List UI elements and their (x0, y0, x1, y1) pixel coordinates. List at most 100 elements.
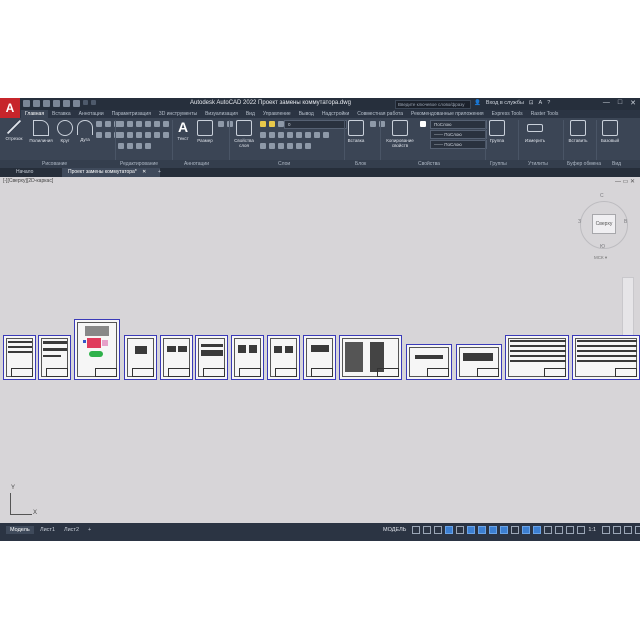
tab-parametric[interactable]: Параметризация (108, 110, 155, 118)
ortho-icon[interactable] (456, 526, 465, 534)
break-icon[interactable] (127, 143, 133, 149)
file-tab-active[interactable]: Проект замены коммутатора* ✕ (62, 168, 160, 177)
object-snap-icon[interactable] (500, 526, 509, 534)
drawing-sheet[interactable] (38, 335, 71, 380)
layer-properties-tool[interactable]: Свойства слоя (232, 120, 256, 148)
layer-tool-a-icon[interactable] (260, 132, 266, 138)
open-icon[interactable] (33, 100, 40, 107)
tab-annotate[interactable]: Аннотации (75, 110, 108, 118)
panel-title-clipboard[interactable]: Буфер обмена (567, 161, 601, 167)
add-layout-button[interactable]: + (84, 526, 95, 534)
tab-manage[interactable]: Управление (259, 110, 295, 118)
drawing-sheet[interactable] (303, 335, 336, 380)
trim-icon[interactable] (136, 121, 142, 127)
linetype-dropdown[interactable]: —— ПоСлою (430, 140, 487, 149)
maximize-button[interactable]: □ (618, 99, 622, 107)
drawing-sheet[interactable] (160, 335, 193, 380)
selection-cycling-icon[interactable] (533, 526, 542, 534)
color-dropdown[interactable]: ПоСлою (430, 120, 487, 129)
layer-tool-m-icon[interactable] (296, 143, 302, 149)
tab-express-tools[interactable]: Express Tools (488, 110, 527, 118)
dimension-tool[interactable]: Размер (195, 120, 215, 143)
rectangle-icon[interactable] (96, 121, 102, 127)
plot-icon[interactable] (73, 100, 80, 107)
saveas-icon[interactable] (53, 100, 60, 107)
viewport-controls-label[interactable]: [-][Сверху][2D-каркас] (3, 178, 53, 184)
tab-insert[interactable]: Вставка (48, 110, 75, 118)
polyline-tool[interactable]: Полилиния (27, 120, 55, 143)
drawing-sheet[interactable] (339, 335, 402, 380)
array-icon[interactable] (154, 132, 160, 138)
redo-icon[interactable] (91, 100, 96, 105)
panel-title-utilities[interactable]: Утилиты (528, 161, 548, 167)
panel-title-layers[interactable]: Слои (278, 161, 290, 167)
tab-addins[interactable]: Надстройки (318, 110, 353, 118)
match-properties-tool[interactable]: Копирование свойств (382, 120, 418, 148)
copy-icon[interactable] (154, 121, 160, 127)
wcs-menu[interactable]: МСК ▾ (594, 255, 607, 261)
stretch-icon[interactable] (136, 132, 142, 138)
save-icon[interactable] (43, 100, 50, 107)
offset-icon[interactable] (163, 132, 169, 138)
panel-title-draw[interactable]: Рисование (42, 161, 67, 167)
paste-tool[interactable]: Вставить (566, 120, 590, 143)
layer-dropdown[interactable]: 0 (284, 120, 347, 129)
object-snap-tracking-icon[interactable] (489, 526, 498, 534)
layout-tab-model[interactable]: Модель (6, 526, 34, 534)
tab-output[interactable]: Вывод (295, 110, 318, 118)
layer-tool-n-icon[interactable] (305, 143, 311, 149)
layout-tab-sheet2[interactable]: Лист2 (60, 526, 83, 534)
explode-icon[interactable] (127, 132, 133, 138)
annotation-visibility-icon[interactable] (566, 526, 575, 534)
layer-tool-e-icon[interactable] (296, 132, 302, 138)
color-swatch-icon[interactable] (420, 121, 426, 127)
panel-title-groups[interactable]: Группы (490, 161, 507, 167)
model-space-toggle[interactable]: МОДЕЛЬ (383, 527, 406, 533)
leader-icon[interactable] (218, 121, 224, 127)
drawing-canvas[interactable]: [-][Сверху][2D-каркас] — ▭ ✕ С З В Ю Све… (0, 177, 640, 523)
viewport-window-controls[interactable]: — ▭ ✕ (615, 178, 635, 185)
drawing-sheet[interactable] (124, 335, 157, 380)
compass-west[interactable]: З (578, 219, 581, 225)
annotation-monitor-icon[interactable] (544, 526, 553, 534)
isodraft-icon[interactable] (478, 526, 487, 534)
drawing-sheet[interactable] (3, 335, 36, 380)
navigation-bar[interactable] (622, 277, 634, 339)
close-icon[interactable]: ✕ (142, 169, 146, 175)
tab-raster-tools[interactable]: Raster Tools (527, 110, 563, 118)
lengthen-icon[interactable] (145, 143, 151, 149)
drawing-sheet[interactable] (406, 344, 452, 380)
move-icon[interactable] (118, 121, 124, 127)
panel-title-modify[interactable]: Редактирование (120, 161, 158, 167)
new-tab-button[interactable]: + (152, 168, 167, 177)
insert-block-tool[interactable]: Вставка (346, 120, 366, 143)
panel-title-view[interactable]: Вид (612, 161, 621, 167)
layer-tool-k-icon[interactable] (278, 143, 284, 149)
plus-icon[interactable] (613, 526, 622, 534)
layer-tool-g-icon[interactable] (314, 132, 320, 138)
circle-tool[interactable]: Круг (57, 120, 73, 143)
base-view-tool[interactable]: Базовый (598, 120, 622, 143)
gear-icon[interactable] (602, 526, 611, 534)
fillet-icon[interactable] (118, 132, 124, 138)
minimize-button[interactable]: — (603, 99, 610, 107)
lineweight-icon[interactable] (511, 526, 520, 534)
grid-icon[interactable] (412, 526, 421, 534)
measure-tool[interactable]: Измерить (521, 120, 549, 143)
viewcube-top-face[interactable]: Сверху (592, 214, 616, 234)
units-icon[interactable] (555, 526, 564, 534)
sun-icon[interactable] (269, 121, 275, 127)
compass-east[interactable]: В (624, 219, 627, 225)
layer-tool-b-icon[interactable] (269, 132, 275, 138)
mirror-icon[interactable] (163, 121, 169, 127)
sign-in-link[interactable]: Вход в службы (486, 100, 524, 106)
tab-view[interactable]: Вид (242, 110, 259, 118)
autodesk-app-icon[interactable]: A (539, 100, 543, 106)
layout-tab-sheet1[interactable]: Лист1 (36, 526, 59, 534)
drawing-sheet[interactable] (572, 335, 640, 380)
create-block-icon[interactable] (370, 121, 376, 127)
lineweight-dropdown[interactable]: —— ПоСлою (430, 130, 487, 139)
tab-featured-apps[interactable]: Рекомендованные приложения (407, 110, 488, 118)
bulb-icon[interactable] (260, 121, 266, 127)
signin-icon[interactable]: 👤 (474, 100, 481, 106)
